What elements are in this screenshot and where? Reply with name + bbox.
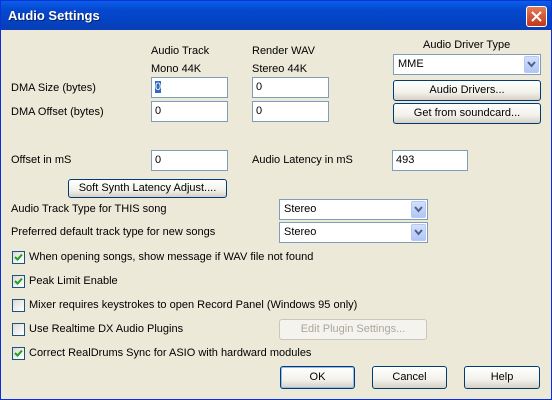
chevron-down-icon[interactable] — [411, 224, 426, 241]
help-button[interactable]: Help — [464, 366, 540, 389]
realdrums-sync-label: Correct RealDrums Sync for ASIO with har… — [29, 347, 312, 359]
check-icon — [14, 277, 23, 285]
window-title: Audio Settings — [8, 8, 100, 23]
close-icon — [531, 11, 542, 22]
mixer-keystrokes-label: Mixer requires keystrokes to open Record… — [29, 299, 358, 311]
cancel-button[interactable]: Cancel — [372, 366, 447, 389]
close-button[interactable] — [526, 6, 547, 27]
realtime-dx-label: Use Realtime DX Audio Plugins — [29, 323, 184, 335]
track-type-select[interactable]: Stereo — [279, 199, 428, 220]
peak-limit-label: Peak Limit Enable — [29, 275, 118, 287]
offset-ms-field[interactable]: 0 — [151, 150, 228, 171]
dma-offset-wav-field[interactable]: 0 — [252, 101, 329, 122]
dma-offset-wav-value: 0 — [256, 105, 263, 117]
render-wav-subheader: Stereo 44K — [252, 63, 308, 75]
peak-limit-checkbox[interactable] — [12, 275, 25, 288]
audio-latency-value: 493 — [396, 154, 415, 166]
realtime-dx-checkbox[interactable] — [12, 323, 25, 336]
preferred-type-select[interactable]: Stereo — [279, 222, 428, 243]
track-type-label: Audio Track Type for THIS song — [11, 203, 167, 215]
dma-size-track-field[interactable]: 0 — [151, 77, 228, 98]
audio-track-header: Audio Track — [151, 45, 210, 57]
dma-size-track-value: 0 — [155, 81, 162, 93]
audio-track-subheader: Mono 44K — [151, 63, 202, 75]
offset-ms-label: Offset in mS — [11, 154, 72, 166]
dma-offset-label: DMA Offset (bytes) — [11, 106, 104, 118]
show-wav-missing-label: When opening songs, show message if WAV … — [29, 251, 314, 263]
audio-drivers-button[interactable]: Audio Drivers... — [393, 80, 541, 101]
track-type-value: Stereo — [284, 203, 317, 215]
render-wav-header: Render WAV — [252, 45, 315, 57]
preferred-type-label: Preferred default track type for new son… — [11, 226, 216, 238]
audio-driver-type-select[interactable]: MME — [393, 54, 541, 75]
dma-offset-track-field[interactable]: 0 — [151, 101, 228, 122]
mixer-keystrokes-checkbox[interactable] — [12, 299, 25, 312]
audio-settings-window: Audio Settings Audio Track Mono 44K Rend… — [0, 0, 552, 400]
check-icon — [14, 253, 23, 261]
dma-offset-track-value: 0 — [155, 105, 162, 117]
dma-size-wav-field[interactable]: 0 — [252, 77, 329, 98]
ok-button[interactable]: OK — [280, 366, 355, 389]
offset-ms-value: 0 — [155, 154, 162, 166]
chevron-down-icon[interactable] — [524, 56, 539, 73]
audio-latency-field[interactable]: 493 — [392, 150, 468, 171]
audio-driver-type-value: MME — [398, 58, 424, 70]
check-icon — [14, 349, 23, 357]
realdrums-sync-checkbox[interactable] — [12, 347, 25, 360]
get-from-soundcard-button[interactable]: Get from soundcard... — [393, 103, 541, 124]
dma-size-label: DMA Size (bytes) — [11, 82, 96, 94]
chevron-down-icon[interactable] — [411, 201, 426, 218]
show-wav-missing-checkbox[interactable] — [12, 251, 25, 264]
audio-driver-type-label: Audio Driver Type — [423, 39, 511, 51]
edit-plugin-settings-button: Edit Plugin Settings... — [279, 319, 427, 340]
preferred-type-value: Stereo — [284, 226, 317, 238]
dma-size-wav-value: 0 — [256, 81, 263, 93]
soft-synth-latency-button[interactable]: Soft Synth Latency Adjust.... — [68, 179, 227, 198]
title-bar[interactable]: Audio Settings — [1, 1, 551, 30]
audio-latency-label: Audio Latency in mS — [252, 154, 353, 166]
